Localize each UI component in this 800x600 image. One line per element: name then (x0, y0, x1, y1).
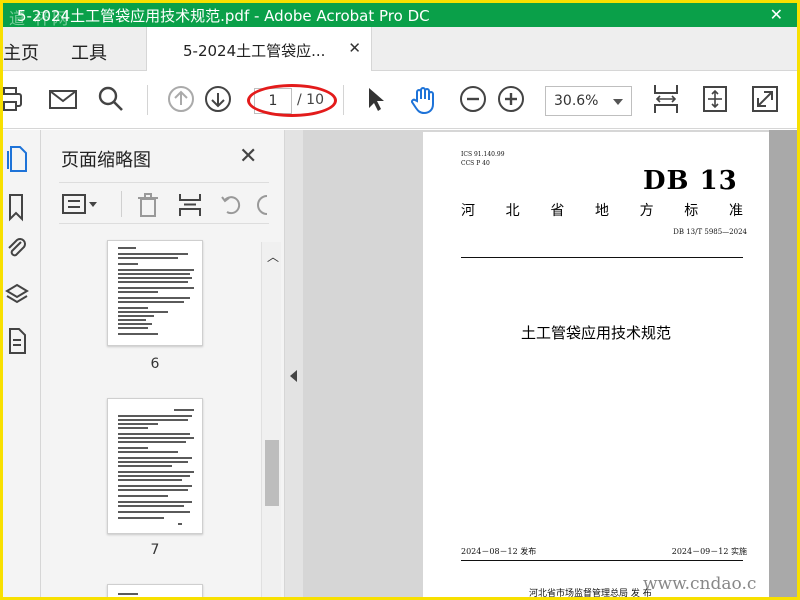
tab-document-label: 5-2024土工管袋应... (183, 42, 326, 60)
redo-icon[interactable] (255, 192, 269, 222)
app-window: 5-2024土工管袋应用技术规范.pdf - Adobe Acrobat Pro… (3, 3, 797, 597)
db-logo: DB 13 (643, 166, 738, 196)
zoom-in-icon[interactable] (496, 84, 526, 114)
pdf-page: ICS 91.140.99 CCS P 40 DB 13 河 北 省 地 方 标… (423, 132, 769, 597)
chevron-down-icon (613, 99, 623, 105)
page-down-icon[interactable] (203, 84, 233, 114)
window-title: 5-2024土工管袋应用技术规范.pdf - Adobe Acrobat Pro… (17, 7, 430, 25)
implement-date: 2024－09－12 实施 (671, 547, 747, 556)
tab-bar: 主页 工具 5-2024土工管袋应... ✕ (3, 27, 797, 72)
hand-tool-icon[interactable] (408, 84, 440, 116)
window-close-button[interactable]: ✕ (770, 5, 783, 24)
attachments-icon[interactable] (5, 234, 29, 268)
navigation-rail (3, 130, 41, 597)
thumbnail-page-8[interactable] (107, 584, 203, 597)
zoom-value: 30.6% (554, 93, 599, 109)
thumbnail-page-6[interactable] (107, 240, 203, 346)
toolbar-divider (343, 85, 344, 115)
full-screen-icon[interactable] (750, 84, 780, 114)
document-title: 土工管袋应用技术规范 (520, 324, 671, 342)
zoom-select[interactable]: 30.6% (545, 86, 632, 116)
delete-icon[interactable] (135, 192, 161, 222)
tab-home[interactable]: 主页 (3, 39, 39, 65)
title-bar: 5-2024土工管袋应用技术规范.pdf - Adobe Acrobat Pro… (3, 3, 797, 28)
zoom-out-icon[interactable] (458, 84, 488, 114)
print-icon[interactable] (3, 84, 27, 114)
search-icon[interactable] (96, 84, 126, 114)
document-viewer: ICS 91.140.99 CCS P 40 DB 13 河 北 省 地 方 标… (285, 130, 797, 597)
issuing-authority: 河北省市场监督管理总局 发 布 (529, 589, 652, 597)
email-icon[interactable] (48, 84, 78, 114)
chevron-left-icon (290, 370, 297, 382)
chevron-up-icon[interactable]: ︿ (267, 248, 279, 265)
issue-date: 2024－08－12 发布 (461, 547, 537, 556)
divider-line (461, 257, 743, 258)
undo-icon[interactable] (219, 192, 245, 222)
main-toolbar: 1 / 10 30.6% (3, 71, 797, 129)
select-cursor-icon[interactable] (361, 84, 391, 114)
thumbnail-panel: 页面缩略图 ✕ 6 7 ︿ (41, 130, 285, 597)
panel-toolbar (59, 182, 269, 224)
panel-close-button[interactable]: ✕ (239, 144, 257, 169)
site-watermark: www.cndao.c (643, 574, 757, 594)
thumbnail-page-7[interactable] (107, 398, 203, 534)
tab-close-button[interactable]: ✕ (348, 39, 361, 57)
panel-title: 页面缩略图 (61, 150, 151, 171)
thumbnail-list: 6 7 (41, 240, 259, 597)
scroll-mode-icon[interactable] (700, 84, 730, 114)
ics-code: ICS 91.140.99 CCS P 40 (461, 151, 505, 167)
panel-collapse-handle[interactable] (285, 130, 303, 597)
fit-page-icon[interactable] (651, 81, 681, 117)
scrollbar-thumb[interactable] (265, 440, 279, 506)
layers-icon[interactable] (5, 280, 29, 314)
thumbnail-number: 7 (150, 542, 160, 558)
page-thumbnails-icon[interactable] (5, 144, 29, 178)
standard-number: DB 13/T 5985—2024 (673, 228, 747, 236)
options-menu-icon[interactable] (61, 192, 101, 220)
province-standard-heading: 河 北 省 地 方 标 准 (461, 203, 743, 219)
insert-page-icon[interactable] (177, 192, 203, 222)
watermark-text: 道 杯网 (9, 9, 71, 28)
viewer-gutter (769, 130, 797, 597)
thumbnail-number: 6 (150, 356, 160, 372)
page-up-icon[interactable] (166, 84, 196, 114)
tab-document[interactable]: 5-2024土工管袋应... ✕ (146, 27, 372, 72)
document-properties-icon[interactable] (5, 326, 29, 360)
thumbnail-scrollbar[interactable]: ︿ (261, 242, 281, 597)
panel-divider (121, 191, 122, 217)
annotation-oval (247, 84, 337, 117)
divider-line (461, 560, 743, 561)
toolbar-divider (147, 85, 148, 115)
tab-tools[interactable]: 工具 (71, 39, 107, 65)
bookmarks-icon[interactable] (5, 192, 29, 226)
